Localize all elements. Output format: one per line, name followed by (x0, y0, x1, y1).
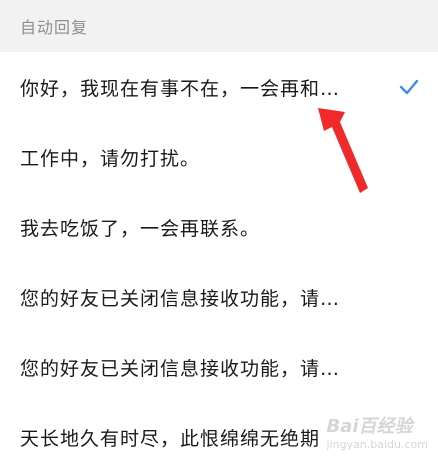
checkmark-icon (399, 79, 419, 95)
reply-item-1[interactable]: 你好，我现在有事不在，一会再和… (0, 52, 438, 122)
reply-item-5[interactable]: 您的好友已关闭信息接收功能，请… (0, 332, 438, 402)
reply-item-label: 工作中，请勿打扰。 (20, 147, 201, 170)
reply-item-label: 你好，我现在有事不在，一会再和… (20, 77, 341, 100)
reply-item-label: 天长地久有时尽，此恨绵绵无绝期 (20, 427, 321, 450)
reply-item-label: 我去吃饭了，一会再联系。 (20, 217, 261, 240)
watermark-sub: jingyan.baidu.com (326, 438, 428, 451)
section-header: 自动回复 (0, 0, 438, 52)
auto-reply-list: 你好，我现在有事不在，一会再和… 工作中，请勿打扰。 我去吃饭了，一会再联系。 … (0, 52, 438, 457)
reply-item-2[interactable]: 工作中，请勿打扰。 (0, 122, 438, 192)
section-title: 自动回复 (20, 18, 89, 37)
reply-item-3[interactable]: 我去吃饭了，一会再联系。 (0, 192, 438, 262)
reply-item-label: 您的好友已关闭信息接收功能，请… (20, 357, 341, 380)
watermark-logo: Bai百经验 jingyan.baidu.com (326, 412, 428, 451)
reply-item-label: 您的好友已关闭信息接收功能，请… (20, 287, 341, 310)
reply-item-4[interactable]: 您的好友已关闭信息接收功能，请… (0, 262, 438, 332)
watermark-text: Bai百经验 (326, 416, 413, 437)
